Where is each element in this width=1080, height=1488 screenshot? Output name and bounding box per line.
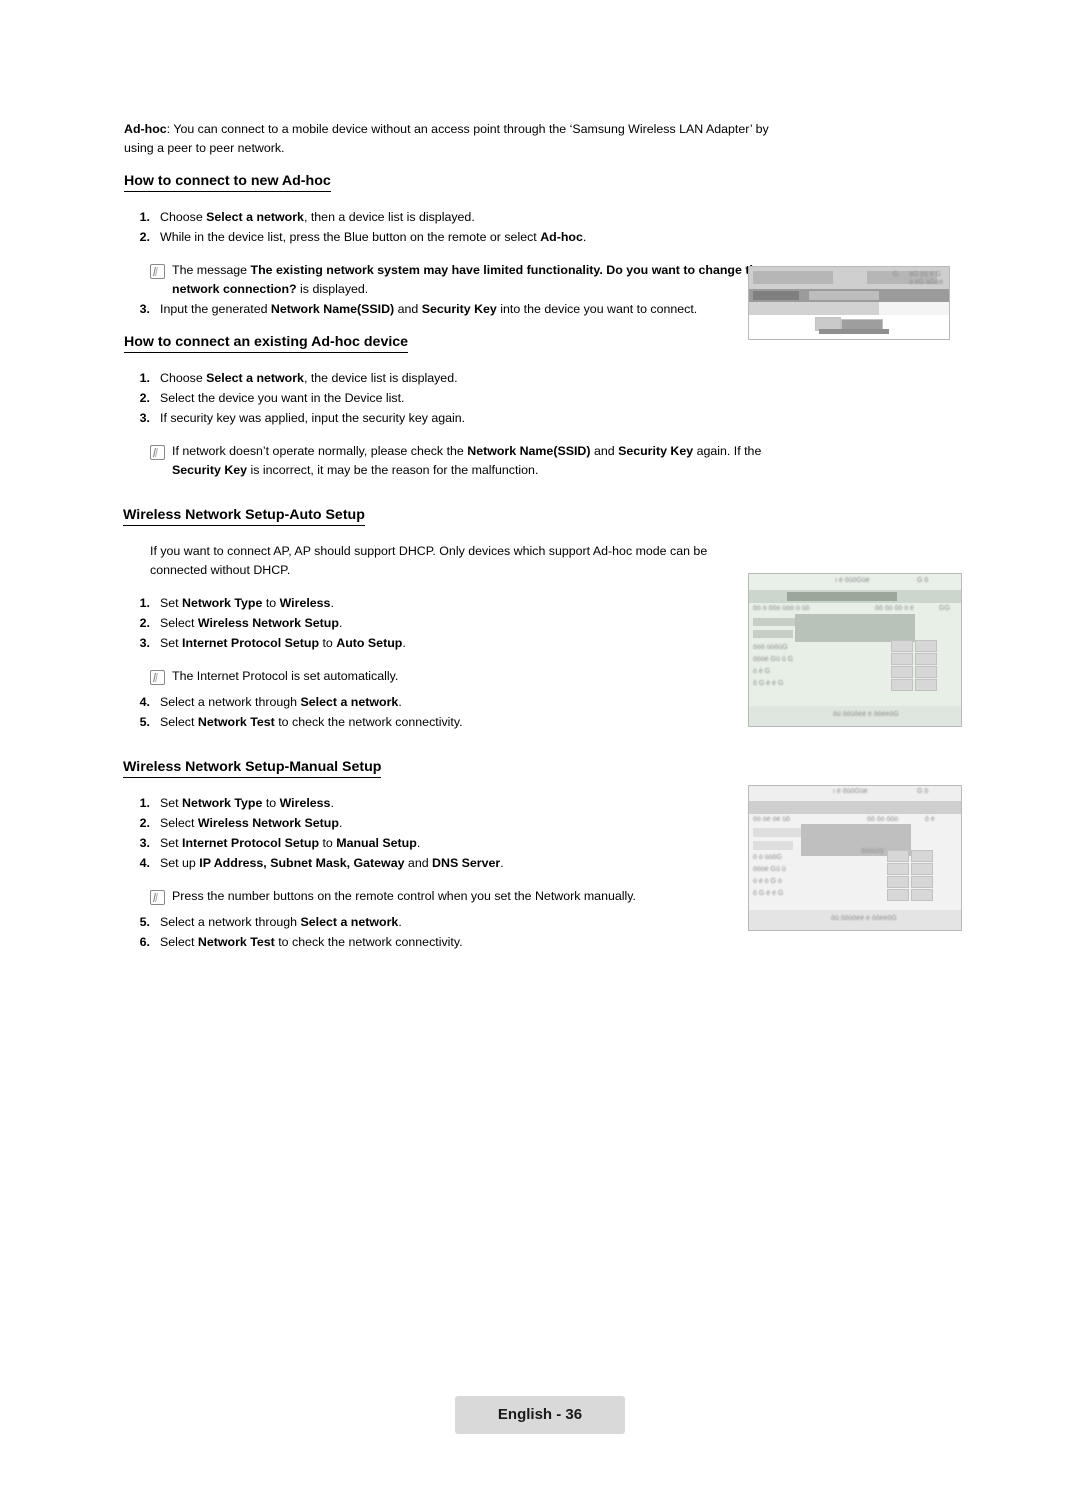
figure-adhoc-dialog: G áG |ó| é G ó éG áGóé: [748, 266, 950, 340]
step-item: 2. While in the device list, press the Bl…: [124, 228, 784, 247]
step-number: 1.: [139, 596, 150, 610]
step-text: Input the generated Network Name(SSID) a…: [160, 302, 698, 316]
step-text: While in the device list, press the Blue…: [160, 230, 587, 244]
step-number: 1.: [139, 210, 150, 224]
step-text: If security key was applied, input the s…: [160, 411, 466, 425]
figure-auto-setup-menu: ı é ŏŭôGüé G ŏ ŏó ó ŏŏó üóó ó üŏ ŏŏ ŏó ŏ…: [748, 573, 962, 727]
manual-page: Ad-hoc: You can connect to a mobile devi…: [0, 0, 1080, 1488]
step-text: Select a network through Select a networ…: [160, 915, 402, 929]
page-footer: English - 36: [455, 1396, 625, 1434]
step-text: Select a network through Select a networ…: [160, 695, 402, 709]
step-item: 5. Select Network Test to check the netwo…: [124, 713, 784, 732]
note-existing-adhoc: If network doesn’t operate normally, ple…: [150, 442, 784, 480]
auto-setup-intro: If you want to connect AP, AP should sup…: [150, 544, 708, 577]
steps-auto-setup-2: 4. Select a network through Select a netw…: [124, 693, 784, 732]
step-number: 4.: [139, 856, 150, 870]
note-text: If network doesn’t operate normally, ple…: [172, 444, 762, 477]
figure-manual-setup-menu: ı é ŏŭôGüé G ŏ ŏó óé óé üŏ ŏŏ ŏó ŏŏó ŏ é…: [748, 785, 962, 931]
step-number: 3.: [139, 636, 150, 650]
text-column: Ad-hoc: You can connect to a mobile devi…: [123, 120, 784, 966]
step-number: 2.: [139, 616, 150, 630]
step-item: 6. Select Network Test to check the netwo…: [124, 933, 784, 952]
step-item: 1. Set Network Type to Wireless.: [124, 594, 784, 613]
step-item: 2. Select the device you want in the Devi…: [124, 389, 784, 408]
steps-existing-adhoc: 1. Choose Select a network, the device li…: [124, 369, 784, 428]
step-item: 4. Set up IP Address, Subnet Mask, Gatewa…: [124, 854, 784, 873]
section-heading-new-adhoc-wrap: How to connect to new Ad-hoc: [124, 172, 784, 200]
step-item: 3. Input the generated Network Name(SSID)…: [124, 300, 784, 319]
step-item: 1. Choose Select a network, the device li…: [124, 369, 784, 388]
note-text: The message The existing network system …: [172, 263, 764, 296]
section-heading-auto-setup: Wireless Network Setup-Auto Setup: [123, 506, 365, 526]
step-number: 1.: [139, 371, 150, 385]
step-number: 3.: [139, 302, 150, 316]
intro-paragraph: Ad-hoc: You can connect to a mobile devi…: [124, 122, 769, 155]
step-text: Select Wireless Network Setup.: [160, 816, 343, 830]
step-item: 3. If security key was applied, input the…: [124, 409, 784, 428]
step-item: 2. Select Wireless Network Setup.: [124, 614, 784, 633]
step-text: Select the device you want in the Device…: [160, 391, 405, 405]
step-text: Choose Select a network, the device list…: [160, 371, 458, 385]
step-item: 4. Select a network through Select a netw…: [124, 693, 784, 712]
step-number: 1.: [139, 796, 150, 810]
step-text: Select Wireless Network Setup.: [160, 616, 343, 630]
section-heading-manual-setup: Wireless Network Setup-Manual Setup: [123, 758, 382, 778]
step-text: Set Internet Protocol Setup to Manual Se…: [160, 836, 421, 850]
note-new-adhoc: The message The existing network system …: [150, 261, 784, 299]
step-number: 6.: [139, 935, 150, 949]
steps-manual-setup: 1. Set Network Type to Wireless. 2. Select …: [124, 794, 784, 873]
step-text: Choose Select a network, then a device l…: [160, 210, 475, 224]
step-text: Set up IP Address, Subnet Mask, Gateway …: [160, 856, 504, 870]
step-number: 3.: [139, 411, 150, 425]
section-heading-manual-setup-wrap: Wireless Network Setup-Manual Setup: [123, 758, 784, 786]
step-number: 2.: [139, 391, 150, 405]
steps-new-adhoc-2: 3. Input the generated Network Name(SSID)…: [124, 300, 784, 319]
section-heading-existing-adhoc: How to connect an existing Ad-hoc device: [124, 333, 409, 353]
step-item: 2. Select Wireless Network Setup.: [124, 814, 784, 833]
note-icon: [150, 887, 172, 912]
step-item: 3. Set Internet Protocol Setup to Manual …: [124, 834, 784, 853]
note-manual-setup: Press the number buttons on the remote c…: [150, 887, 784, 912]
section-heading-existing-adhoc-wrap: How to connect an existing Ad-hoc device: [124, 333, 784, 361]
step-text: Select Network Test to check the network…: [160, 935, 463, 949]
step-item: 3. Set Internet Protocol Setup to Auto Se…: [124, 634, 784, 653]
step-number: 2.: [139, 816, 150, 830]
step-number: 5.: [139, 915, 150, 929]
step-item: 1. Set Network Type to Wireless.: [124, 794, 784, 813]
steps-auto-setup: 1. Set Network Type to Wireless. 2. Select …: [124, 594, 784, 653]
step-item: 1. Choose Select a network, then a device…: [124, 208, 784, 227]
steps-new-adhoc: 1. Choose Select a network, then a device…: [124, 208, 784, 247]
note-icon: [150, 261, 172, 299]
step-number: 5.: [139, 715, 150, 729]
step-text: Select Network Test to check the network…: [160, 715, 463, 729]
step-text: Set Network Type to Wireless.: [160, 596, 334, 610]
section-heading-new-adhoc: How to connect to new Ad-hoc: [124, 172, 331, 192]
step-number: 4.: [139, 695, 150, 709]
step-number: 2.: [139, 230, 150, 244]
step-text: Set Network Type to Wireless.: [160, 796, 334, 810]
step-item: 5. Select a network through Select a netw…: [124, 913, 784, 932]
steps-manual-setup-2: 5. Select a network through Select a netw…: [124, 913, 784, 952]
note-icon: [150, 442, 172, 480]
note-text: Press the number buttons on the remote c…: [172, 889, 636, 903]
page-number-label: English - 36: [497, 1406, 583, 1423]
note-auto-setup: The Internet Protocol is set automatical…: [150, 667, 784, 692]
note-text: The Internet Protocol is set automatical…: [172, 669, 399, 683]
section-heading-auto-setup-wrap: Wireless Network Setup-Auto Setup: [123, 506, 784, 534]
step-number: 3.: [139, 836, 150, 850]
step-text: Set Internet Protocol Setup to Auto Setu…: [160, 636, 406, 650]
note-icon: [150, 667, 172, 692]
